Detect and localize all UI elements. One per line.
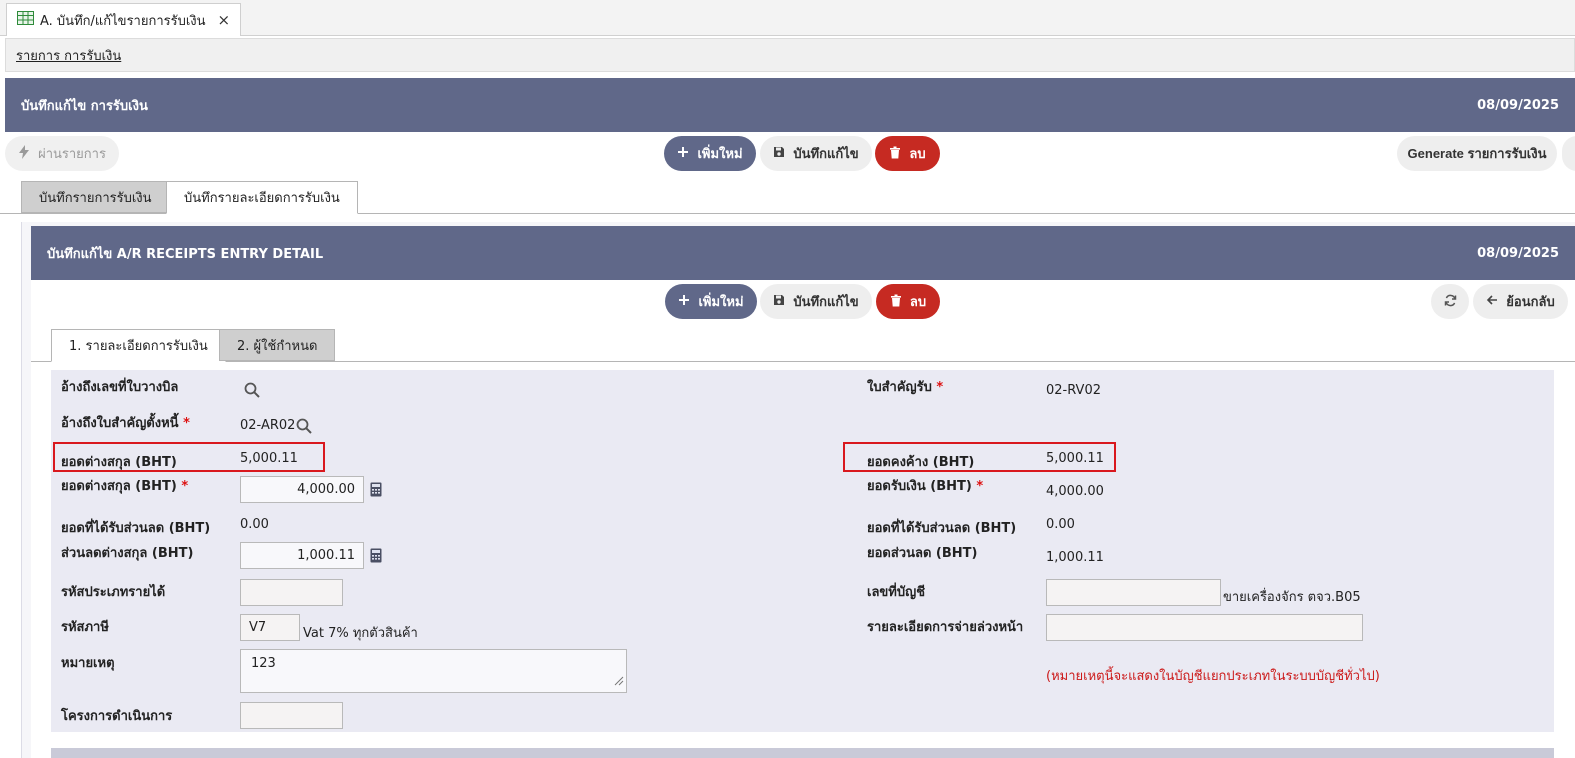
back-label: ย้อนกลับ [1506,294,1555,309]
add-label: เพิ่มใหม่ [698,294,744,309]
close-icon[interactable]: × [218,11,231,29]
save-label: บันทึกแก้ไข [793,294,859,309]
ref-debt-doc-value: 02-AR02 [240,418,296,433]
foreign-amount-value: 5,000.11 [240,451,298,466]
tab-user-defined[interactable]: 2. ผู้ใช้กำหนด [219,329,336,361]
main-header: บันทึกแก้ไข การรับเงิน 08/09/2025 [5,78,1575,132]
remark-label: หมายเหตุ [61,656,115,671]
add-button[interactable]: เพิ่มใหม่ [664,136,756,171]
spreadsheet-icon [17,11,34,29]
foreign-discount-input[interactable]: 1,000.11 [240,542,364,569]
breadcrumb: รายการ การรับเงิน [5,38,1575,72]
document-tab-bar: A. บันทึก/แก้ไขรายการรับเงิน × [0,0,1575,36]
account-no-label: เลขที่บัญชี [867,585,926,600]
tab-receipt-entry[interactable]: บันทึกรายการรับเงิน [21,181,170,213]
detail-date: 08/09/2025 [1477,245,1559,261]
delete-button[interactable]: ลบ [875,136,940,171]
receipt-voucher-label: ใบสำคัญรับ * [867,380,944,395]
advance-detail-input[interactable] [1046,614,1363,641]
save-icon [773,146,785,161]
breadcrumb-link[interactable]: รายการ การรับเงิน [16,45,121,66]
calculator-icon[interactable] [370,548,382,563]
income-type-label: รหัสประเภทรายได้ [61,585,166,600]
discount-received-right-label: ยอดที่ได้รับส่วนลด (BHT) [867,521,1017,536]
remark-textarea[interactable]: 123 [240,649,627,693]
discount-amount-label: ยอดส่วนลด (BHT) [867,546,978,561]
income-type-input[interactable] [240,579,343,606]
detail-save-button[interactable]: บันทึกแก้ไข [760,284,872,319]
outstanding-label: ยอดคงค้าง (BHT) [867,455,975,470]
account-no-description: ขายเครื่องจักร ตจว.B05 [1223,590,1361,605]
trash-icon [889,146,901,162]
foreign-amount-input[interactable]: 4,000.00 [240,476,364,503]
header-date: 08/09/2025 [1477,97,1559,113]
delete-label: ลบ [909,146,926,161]
project-label: โครงการดำเนินการ [61,709,173,724]
tab-label: บันทึกรายละเอียดการรับเงิน [184,191,340,206]
detail-add-button[interactable]: เพิ่มใหม่ [665,284,757,319]
tab-label: บันทึกรายการรับเงิน [39,190,152,206]
tax-code-description: Vat 7% ทุกตัวสินค้า [303,626,418,641]
discount-received-value: 0.00 [240,517,269,532]
page-title: บันทึกแก้ไข การรับเงิน [21,98,148,114]
tax-code-label: รหัสภาษี [61,620,109,635]
calculator-icon[interactable] [370,482,382,497]
foreign-amount-input-label: ยอดต่างสกุล (BHT) * [61,479,189,494]
tax-code-input[interactable]: V7 [240,614,300,641]
foreign-amount-label: ยอดต่างสกุล (BHT) [61,455,177,470]
tab-label: 2. ผู้ใช้กำหนด [237,338,318,354]
document-tab-title: A. บันทึก/แก้ไขรายการรับเงิน [40,13,206,29]
refresh-button[interactable] [1431,284,1469,319]
plus-icon [677,146,689,161]
refresh-icon [1444,294,1457,310]
detail-header: บันทึกแก้ไข A/R RECEIPTS ENTRY DETAIL 08… [31,226,1575,280]
project-input[interactable] [240,702,343,729]
detail-delete-button[interactable]: ลบ [876,284,940,319]
resize-handle-icon[interactable] [613,675,624,690]
trash-icon [890,294,902,310]
post-label: ผ่านรายการ [38,146,106,161]
outstanding-value: 5,000.11 [1046,451,1104,466]
detail-title: บันทึกแก้ไข A/R RECEIPTS ENTRY DETAIL [47,246,324,262]
ref-billing-label: อ้างถึงเลขที่ใบวางบิล [61,380,179,395]
delete-label: ลบ [909,294,927,309]
gl-note: (หมายเหตุนี้จะแสดงในบัญชีแยกประเภทในระบบ… [1046,669,1380,684]
arrow-left-icon [1486,294,1498,309]
search-icon[interactable] [244,382,260,398]
discount-received-label: ยอดที่ได้รับส่วนลด (BHT) [61,521,211,536]
tab-receipt-details[interactable]: 1. รายละเอียดการรับเงิน [51,329,226,362]
generate-label: Generate รายการรับเงิน [1407,146,1547,161]
received-amount-label: ยอดรับเงิน (BHT) * [867,479,984,494]
tab-receipt-detail[interactable]: บันทึกรายละเอียดการรับเงิน [166,181,358,214]
tab-label: 1. รายละเอียดการรับเงิน [69,339,208,354]
ref-debt-doc-label: อ้างถึงใบสำคัญตั้งหนี้ * [61,416,190,431]
generate-button[interactable]: Generate รายการรับเงิน [1397,136,1557,171]
plus-icon [678,294,690,309]
more-button[interactable] [1562,136,1575,171]
detail-tab-divider [31,361,1575,362]
search-icon[interactable] [296,418,312,434]
back-button[interactable]: ย้อนกลับ [1473,284,1568,319]
add-label: เพิ่มใหม่ [697,146,743,161]
advance-detail-label: รายละเอียดการจ่ายล่วงหน้า [867,620,1024,635]
document-tab[interactable]: A. บันทึก/แก้ไขรายการรับเงิน × [6,3,242,36]
lightning-icon [18,145,30,162]
save-button[interactable]: บันทึกแก้ไข [760,136,872,171]
receipt-voucher-value: 02-RV02 [1046,383,1101,398]
account-no-input[interactable] [1046,579,1221,606]
discount-amount-value: 1,000.11 [1046,550,1104,565]
next-section-bar [51,748,1554,758]
discount-received-right-value: 0.00 [1046,517,1075,532]
save-label: บันทึกแก้ไข [793,146,859,161]
received-amount-value: 4,000.00 [1046,484,1104,499]
post-button[interactable]: ผ่านรายการ [5,136,119,171]
foreign-discount-label: ส่วนลดต่างสกุล (BHT) [61,546,194,561]
save-icon [773,294,785,309]
